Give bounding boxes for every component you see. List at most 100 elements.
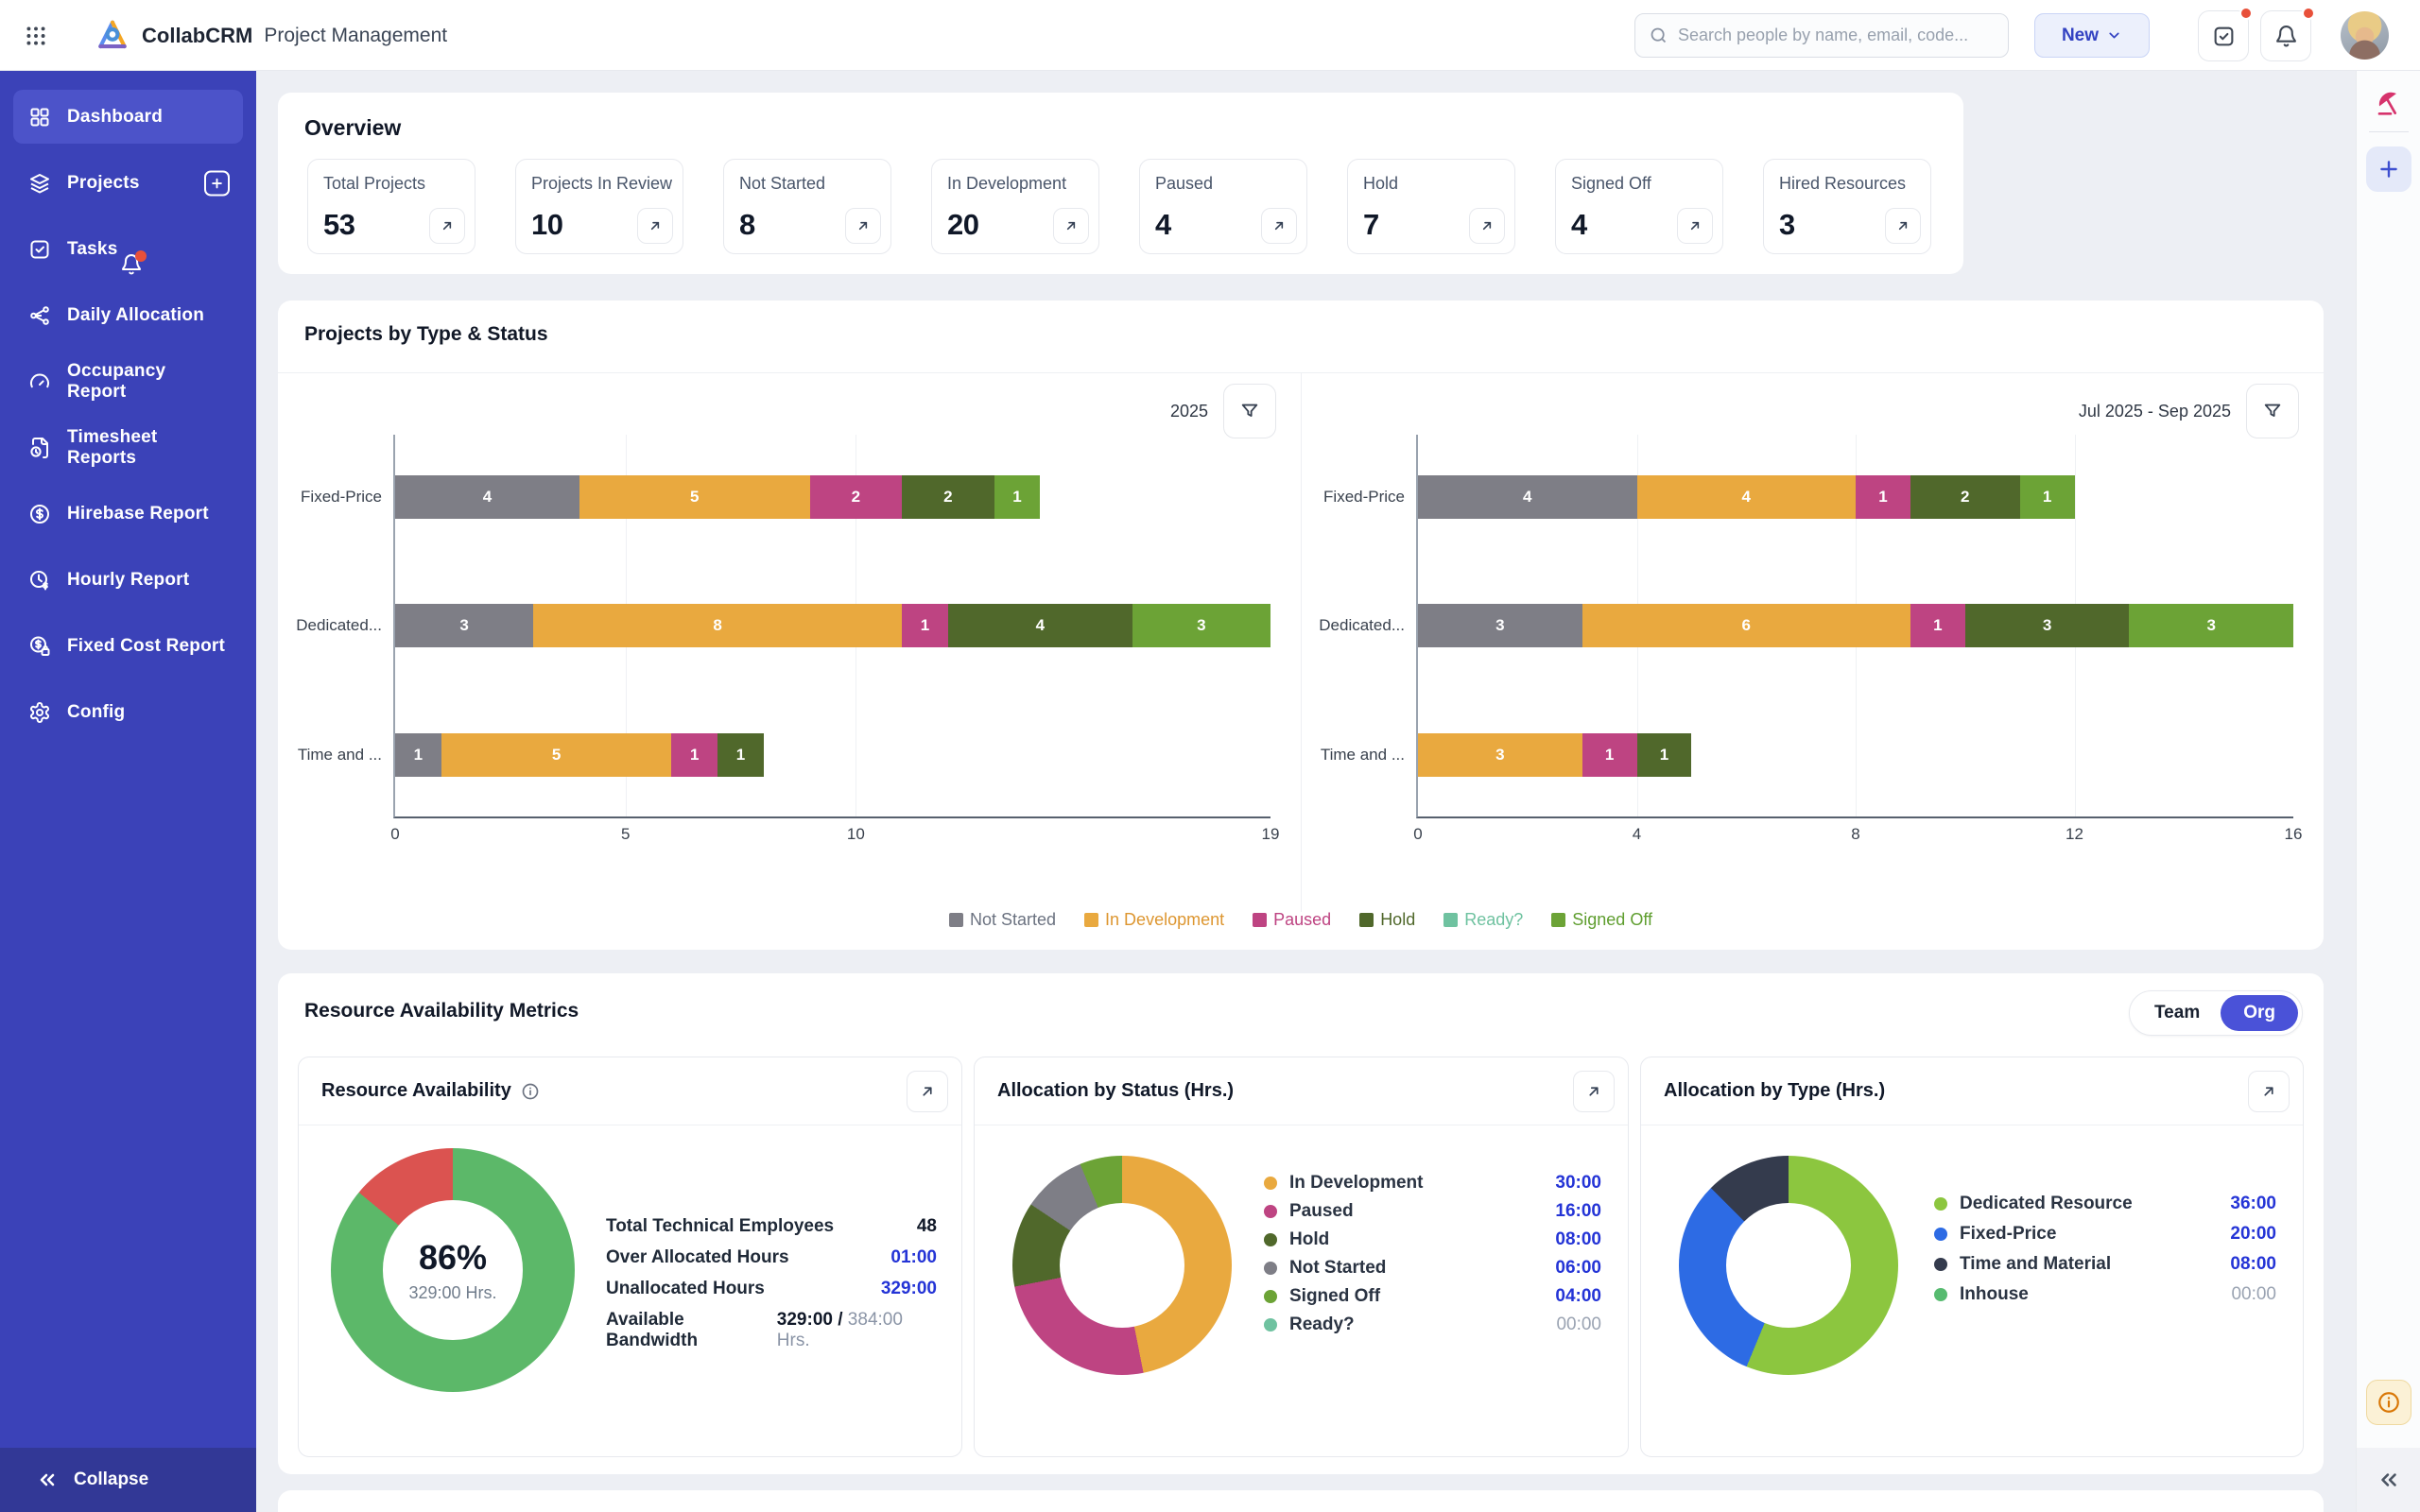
legend-row: Paused16:00	[1264, 1197, 1601, 1226]
sidebar-item-timesheet-reports[interactable]: Timesheet Reports	[13, 421, 243, 474]
sidebar-item-fixed-cost-report[interactable]: Fixed Cost Report	[13, 619, 243, 673]
bar-segment-not-started[interactable]: 3	[1418, 604, 1582, 647]
sidebar-item-tasks[interactable]: Tasks	[13, 222, 243, 276]
chart-quarter: Jul 2025 - Sep 2025 0481216Fixed-Price44…	[1301, 372, 2324, 911]
rail-add-button[interactable]	[2366, 146, 2411, 192]
bar-segment-hold[interactable]: 2	[902, 475, 994, 519]
search-input[interactable]	[1678, 26, 1995, 45]
expand-button[interactable]	[2248, 1071, 2290, 1112]
bar-segment-in-development[interactable]: 6	[1582, 604, 1910, 647]
bar-segment-hold[interactable]: 3	[1965, 604, 2130, 647]
bar-segment-paused[interactable]: 2	[810, 475, 902, 519]
sidebar-item-config[interactable]: Config	[13, 685, 243, 739]
bar-segment-signed-off[interactable]: 3	[2129, 604, 2293, 647]
bar-segment-in-development[interactable]: 5	[579, 475, 810, 519]
bar-segment-paused[interactable]: 1	[1910, 604, 1965, 647]
legend-item-paused[interactable]: Paused	[1253, 910, 1331, 930]
stacked-bar[interactable]: 1511	[395, 733, 1270, 777]
sidebar-collapse-button[interactable]: Collapse	[0, 1448, 256, 1512]
stacked-bar[interactable]: 38143	[395, 604, 1270, 647]
bar-segment-hold[interactable]: 1	[1637, 733, 1692, 777]
open-arrow-button[interactable]	[1677, 208, 1713, 244]
filter-button[interactable]	[2246, 384, 2299, 438]
sidebar: Dashboard Projects Tasks Daily Allocatio…	[0, 71, 256, 1512]
file-clock-icon	[28, 437, 51, 459]
apps-grid-icon[interactable]	[21, 21, 51, 51]
type-legend: Dedicated Resource36:00 Fixed-Price20:00…	[1934, 1190, 2276, 1309]
sidebar-item-dashboard[interactable]: Dashboard	[13, 90, 243, 144]
gauge-icon	[28, 370, 51, 393]
bar-segment-not-started[interactable]: 4	[395, 475, 579, 519]
bar-segment-hold[interactable]: 2	[1910, 475, 2020, 519]
legend-row: Signed Off04:00	[1264, 1282, 1601, 1311]
bar-segment-paused[interactable]: 1	[671, 733, 717, 777]
bar-segment-paused[interactable]: 1	[1582, 733, 1637, 777]
bar-segment-paused[interactable]: 1	[1856, 475, 1910, 519]
open-arrow-button[interactable]	[429, 208, 465, 244]
allocation-by-type-donut[interactable]	[1679, 1156, 1898, 1375]
approvals-button[interactable]	[2198, 10, 2249, 61]
overview-panel: Overview Total Projects 53 Projects In R…	[278, 93, 1963, 274]
tasks-alert-bell-icon[interactable]	[120, 253, 143, 276]
stacked-bar-chart-year[interactable]: 051019Fixed-Price45221Dedicated...38143T…	[393, 435, 1270, 818]
allocation-by-status-card: Allocation by Status (Hrs.) In Developme…	[974, 1057, 1629, 1457]
notifications-button[interactable]	[2260, 10, 2311, 61]
legend-item-ready[interactable]: Ready?	[1443, 910, 1523, 930]
bar-segment-signed-off[interactable]: 1	[994, 475, 1041, 519]
resource-availability-donut[interactable]: 86% 329:00 Hrs.	[331, 1148, 575, 1392]
bar-segment-signed-off[interactable]: 1	[2020, 475, 2075, 519]
bar-segment-paused[interactable]: 1	[902, 604, 948, 647]
bar-segment-hold[interactable]: 4	[948, 604, 1132, 647]
card-header: Allocation by Type (Hrs.)	[1641, 1057, 2303, 1125]
toggle-team[interactable]: Team	[2134, 1003, 2221, 1023]
overview-card-in-development: In Development 20	[931, 159, 1099, 254]
bar-segment-in-development[interactable]: 4	[1637, 475, 1857, 519]
bar-segment-not-started[interactable]: 4	[1418, 475, 1637, 519]
stacked-bar[interactable]: 45221	[395, 475, 1270, 519]
legend-item-in-development[interactable]: In Development	[1084, 910, 1224, 930]
open-arrow-button[interactable]	[637, 208, 673, 244]
overview-card-signed-off: Signed Off 4	[1555, 159, 1723, 254]
new-button[interactable]: New	[2034, 13, 2150, 58]
bar-category-label: Dedicated...	[296, 616, 382, 635]
bar-segment-in-development[interactable]: 8	[533, 604, 902, 647]
legend-item-signed-off[interactable]: Signed Off	[1551, 910, 1652, 930]
stacked-bar[interactable]: 36133	[1418, 604, 2293, 647]
info-icon[interactable]	[521, 1082, 540, 1101]
beach-umbrella-icon[interactable]	[2374, 88, 2404, 118]
stacked-bar[interactable]: 44121	[1418, 475, 2293, 519]
add-project-button[interactable]	[204, 170, 230, 196]
open-arrow-button[interactable]	[845, 208, 881, 244]
stacked-bar-chart-quarter[interactable]: 0481216Fixed-Price44121Dedicated...36133…	[1416, 435, 2293, 818]
open-arrow-button[interactable]	[1469, 208, 1505, 244]
allocation-by-status-donut[interactable]	[1012, 1156, 1232, 1375]
expand-button[interactable]	[1573, 1071, 1615, 1112]
rail-info-button[interactable]	[2366, 1380, 2411, 1425]
chart-filter-label: 2025	[1170, 402, 1208, 421]
chart-legend: Not Started In Development Paused Hold R…	[278, 910, 2324, 930]
bar-segment-not-started[interactable]: 3	[395, 604, 533, 647]
bar-segment-in-development[interactable]: 5	[441, 733, 672, 777]
legend-item-not-started[interactable]: Not Started	[949, 910, 1056, 930]
sidebar-item-daily-allocation[interactable]: Daily Allocation	[13, 288, 243, 342]
expand-button[interactable]	[907, 1071, 948, 1112]
sidebar-item-hourly-report[interactable]: Hourly Report	[13, 553, 243, 607]
legend-row: Fixed-Price20:00	[1934, 1220, 2276, 1248]
open-arrow-button[interactable]	[1885, 208, 1921, 244]
sidebar-item-hirebase-report[interactable]: Hirebase Report	[13, 487, 243, 541]
bar-segment-not-started[interactable]: 1	[395, 733, 441, 777]
legend-item-hold[interactable]: Hold	[1359, 910, 1415, 930]
collapse-right-panel-button[interactable]	[2357, 1448, 2420, 1512]
bar-segment-signed-off[interactable]: 3	[1132, 604, 1270, 647]
user-avatar[interactable]	[2341, 11, 2389, 60]
sidebar-item-occupancy-report[interactable]: Occupancy Report	[13, 354, 243, 408]
open-arrow-button[interactable]	[1261, 208, 1297, 244]
sidebar-item-projects[interactable]: Projects	[13, 156, 243, 210]
bar-segment-in-development[interactable]: 3	[1418, 733, 1582, 777]
open-arrow-button[interactable]	[1053, 208, 1089, 244]
legend-row: Ready?00:00	[1264, 1311, 1601, 1339]
bar-segment-hold[interactable]: 1	[717, 733, 764, 777]
toggle-org[interactable]: Org	[2221, 995, 2298, 1031]
filter-button[interactable]	[1223, 384, 1276, 438]
stacked-bar[interactable]: 311	[1418, 733, 2293, 777]
